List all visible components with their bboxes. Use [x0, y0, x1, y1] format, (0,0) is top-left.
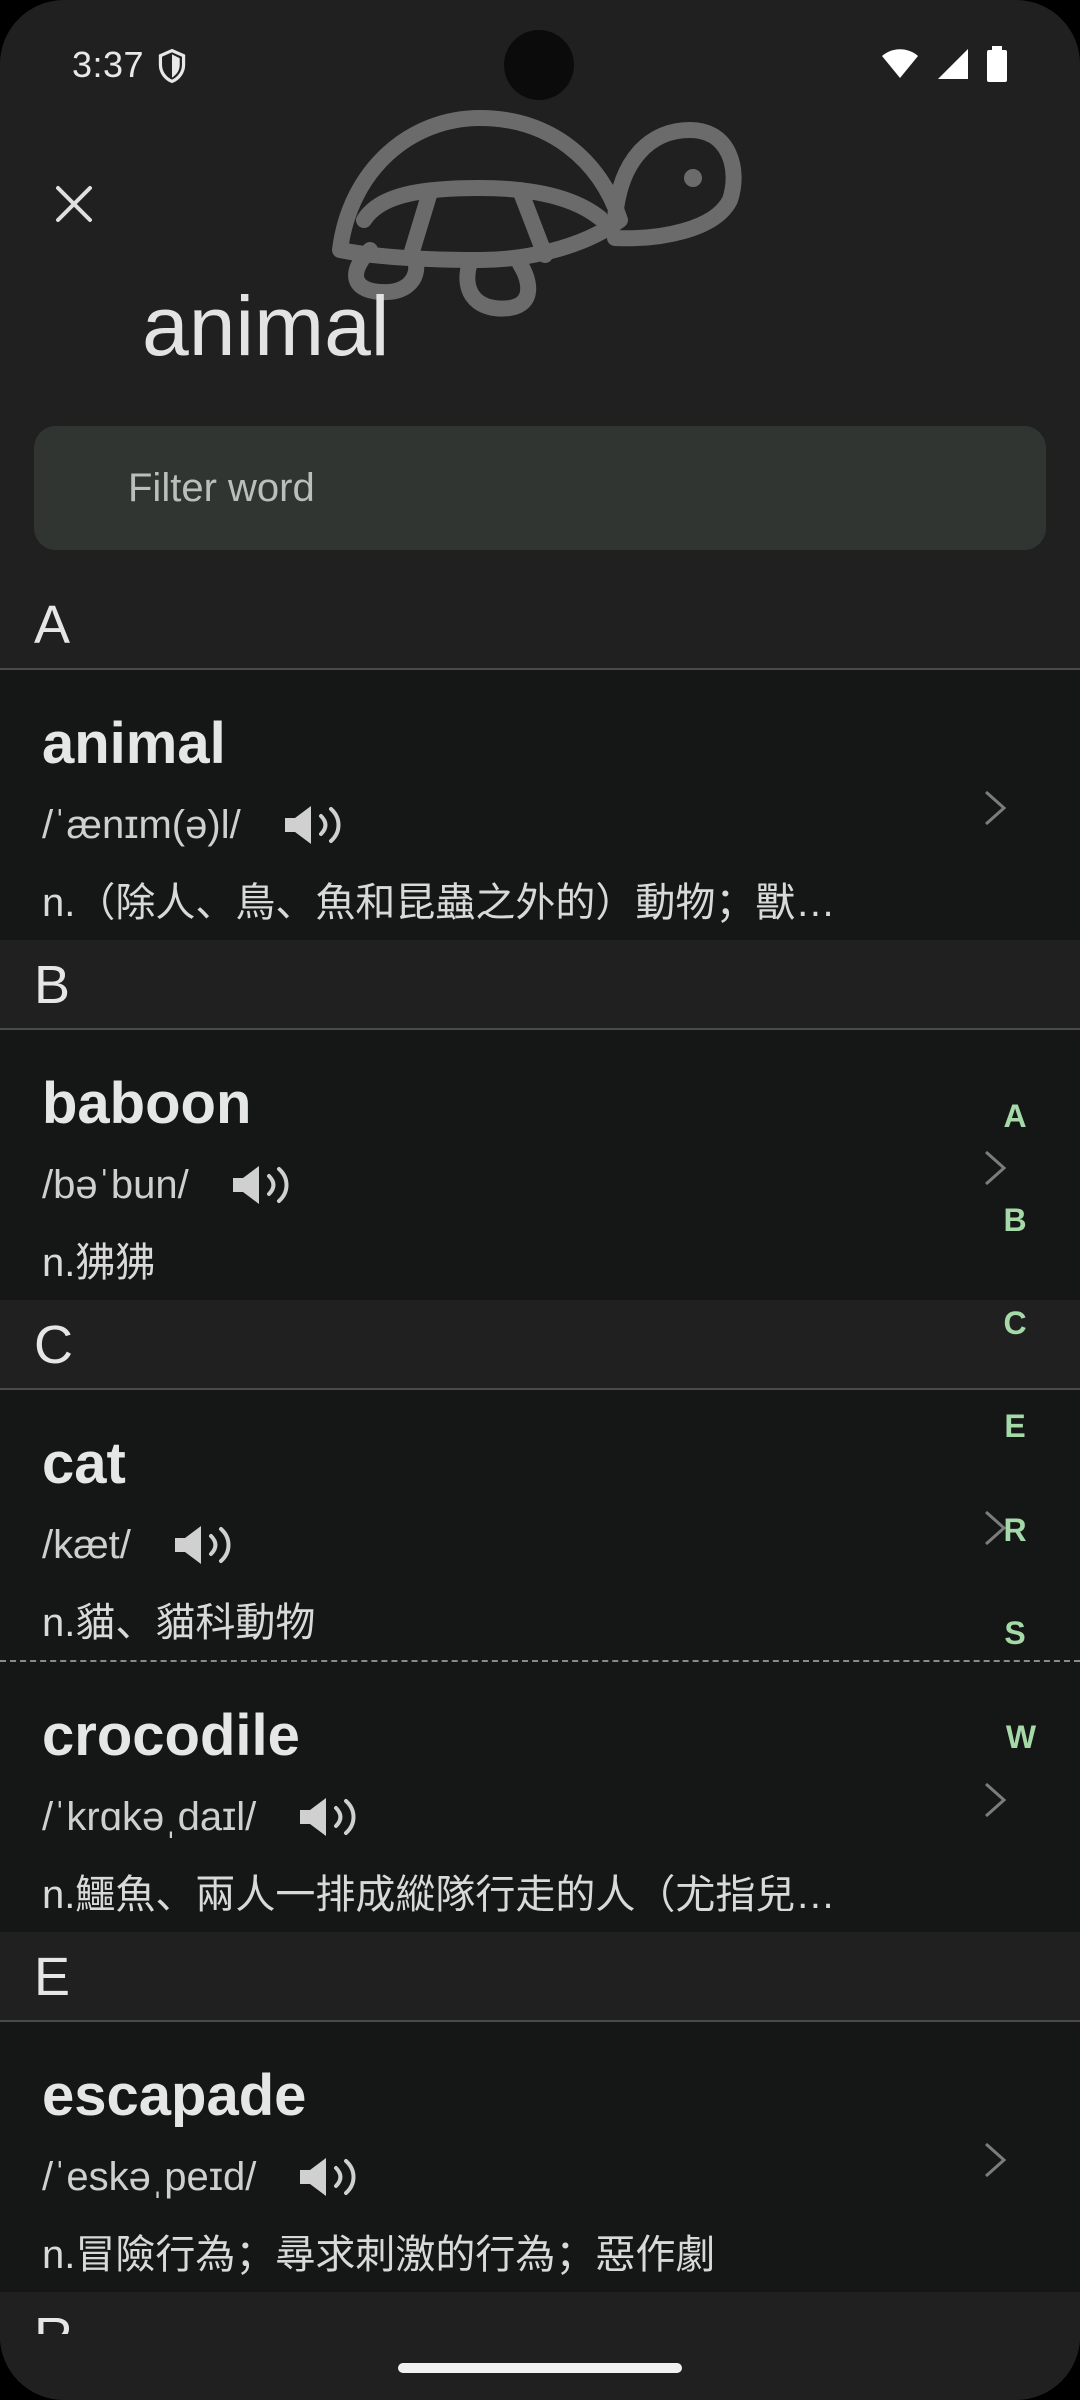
- entry-definition: n.狒狒: [42, 1241, 156, 1285]
- camera-cutout: [504, 30, 574, 100]
- speaker-icon[interactable]: [296, 2152, 368, 2202]
- speaker-icon[interactable]: [281, 800, 353, 850]
- index-letter-b[interactable]: B: [990, 1202, 1040, 1239]
- section-letter: A: [34, 595, 71, 655]
- entry-definition: n.（除人、鳥、魚和昆蟲之外的）動物；獸…: [42, 881, 836, 925]
- speaker-icon[interactable]: [229, 1160, 301, 1210]
- status-time: 3:37: [72, 44, 145, 85]
- word-list[interactable]: A animal /ˈænɪm(ə)l/ n.（除人、鳥、魚和昆蟲之外的）動物；…: [0, 580, 1080, 2382]
- word-entry-cat[interactable]: cat /kæt/ n.貓、貓科動物: [0, 1390, 1080, 1662]
- index-letter-e[interactable]: E: [990, 1408, 1040, 1445]
- entry-word: escapade: [42, 2063, 307, 2128]
- entry-definition: n.冒險行為；尋求刺激的行為；惡作劇: [42, 2233, 716, 2277]
- chevron-right-icon: [985, 1150, 1007, 1186]
- section-header-a: A: [0, 580, 1080, 670]
- speaker-icon[interactable]: [296, 1792, 368, 1842]
- section-header-c: C: [0, 1300, 1080, 1390]
- index-letter-c[interactable]: C: [990, 1305, 1040, 1342]
- section-header-e: E: [0, 1932, 1080, 2022]
- word-entry-animal[interactable]: animal /ˈænɪm(ə)l/ n.（除人、鳥、魚和昆蟲之外的）動物；獸…: [0, 670, 1080, 940]
- index-letter-w[interactable]: W: [996, 1719, 1046, 1756]
- screen: 3:37 animal Filter word A animal /ˈænɪm(…: [0, 0, 1080, 2400]
- section-letter: E: [34, 1947, 71, 2007]
- close-button[interactable]: [40, 170, 108, 238]
- cellular-icon: [938, 49, 968, 79]
- entry-definition: n.鱷魚、兩人一排成縱隊行走的人（尤指兒…: [42, 1873, 836, 1917]
- close-icon: [56, 186, 92, 222]
- shield-icon: [158, 48, 186, 84]
- entry-word: animal: [42, 711, 226, 776]
- entry-phonetic: /bəˈbun/: [42, 1162, 189, 1207]
- wifi-icon: [882, 49, 918, 78]
- entry-word: cat: [42, 1431, 126, 1496]
- index-letter-a[interactable]: A: [990, 1098, 1040, 1135]
- speaker-icon[interactable]: [171, 1520, 243, 1570]
- entry-phonetic: /ˈkrɑkəˌdaɪl/: [42, 1794, 257, 1839]
- page-title: animal: [142, 279, 390, 373]
- index-letter-r[interactable]: R: [990, 1512, 1040, 1549]
- entry-phonetic: /ˈeskəˌpeɪd/: [42, 2154, 257, 2199]
- entry-phonetic: /ˈænɪm(ə)l/: [42, 802, 241, 847]
- section-letter: C: [34, 1315, 73, 1375]
- entry-phonetic: /kæt/: [42, 1522, 131, 1567]
- word-entry-baboon[interactable]: baboon /bəˈbun/ n.狒狒: [0, 1030, 1080, 1300]
- filter-field[interactable]: [34, 426, 1046, 550]
- word-entry-crocodile[interactable]: crocodile /ˈkrɑkəˌdaɪl/ n.鱷魚、兩人一排成縱隊行走的人…: [0, 1662, 1080, 1932]
- entry-word: baboon: [42, 1071, 252, 1136]
- index-letter-s[interactable]: S: [990, 1615, 1040, 1652]
- section-letter: B: [34, 955, 71, 1015]
- system-icons: [880, 46, 1008, 82]
- section-header-b: B: [0, 940, 1080, 1030]
- home-indicator[interactable]: [398, 2363, 682, 2373]
- chevron-right-icon: [985, 790, 1007, 826]
- word-entry-escapade[interactable]: escapade /ˈeskəˌpeɪd/ n.冒險行為；尋求刺激的行為；惡作劇: [0, 2022, 1080, 2292]
- filter-input[interactable]: [128, 426, 1008, 550]
- chevron-right-icon: [985, 1782, 1007, 1818]
- battery-icon: [987, 46, 1007, 82]
- entry-definition: n.貓、貓科動物: [42, 1601, 316, 1645]
- entry-word: crocodile: [42, 1703, 300, 1768]
- chevron-right-icon: [985, 2142, 1007, 2178]
